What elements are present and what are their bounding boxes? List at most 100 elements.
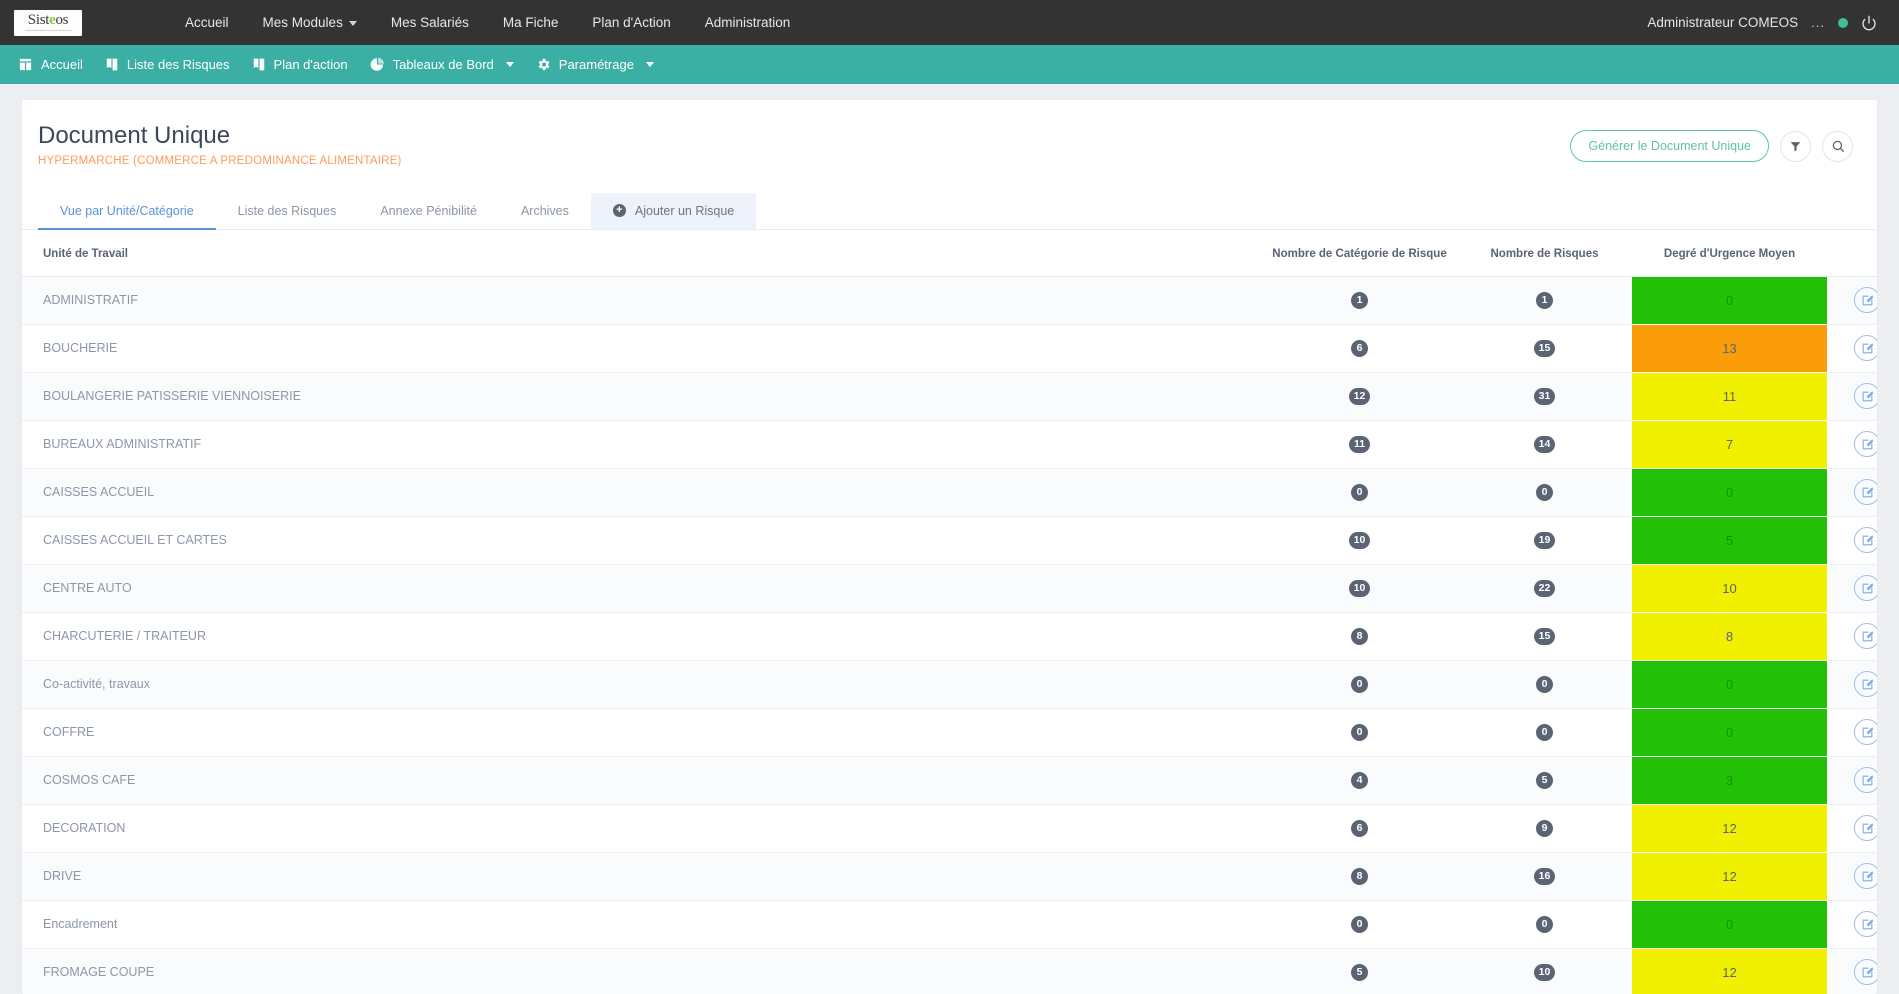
cell-nombre-categorie: 6 <box>1262 804 1457 853</box>
power-icon[interactable] <box>1861 15 1877 31</box>
tab-archives[interactable]: Archives <box>499 193 591 229</box>
cell-nombre-risques: 10 <box>1457 948 1632 994</box>
column-header-nombre-risques[interactable]: Nombre de Risques <box>1457 229 1632 277</box>
table-row[interactable]: DRIVE 8 16 12 <box>22 852 1877 901</box>
table-row[interactable]: BOUCHERIE 6 15 13 <box>22 324 1877 373</box>
generate-document-button[interactable]: Générer le Document Unique <box>1570 130 1769 162</box>
table-row[interactable]: DECORATION 6 9 12 <box>22 804 1877 853</box>
edit-icon[interactable] <box>1854 287 1877 314</box>
subnav-item-tableaux-de-bord[interactable]: Tableaux de Bord <box>364 45 530 84</box>
topnav-item-mes-modules[interactable]: Mes Modules <box>246 0 374 45</box>
subnav-item-parametrage[interactable]: Paramétrage <box>530 45 670 84</box>
urgency-value: 5 <box>1632 516 1827 564</box>
table-row[interactable]: FROMAGE COUPE 5 10 12 <box>22 948 1877 994</box>
edit-icon[interactable] <box>1854 335 1877 362</box>
risk-count-badge: 16 <box>1533 867 1556 885</box>
edit-icon[interactable] <box>1854 575 1877 602</box>
column-header-unite-de-travail[interactable]: Unité de Travail <box>22 229 1262 277</box>
edit-icon[interactable] <box>1854 671 1877 698</box>
header-actions: Générer le Document Unique <box>1570 122 1853 162</box>
edit-icon[interactable] <box>1854 959 1877 986</box>
urgency-value: 12 <box>1632 852 1827 900</box>
cell-nombre-categorie: 0 <box>1262 468 1457 517</box>
cell-degre-urgence: 12 <box>1632 852 1827 901</box>
category-count-badge: 12 <box>1348 387 1371 405</box>
topnav-item-accueil[interactable]: Accueil <box>168 0 246 45</box>
subnav-label: Accueil <box>41 57 83 72</box>
cell-degre-urgence: 0 <box>1632 660 1827 709</box>
subnav-label: Plan d'action <box>273 57 348 72</box>
topnav-label: Accueil <box>185 15 229 30</box>
tab-annexe-penibilite[interactable]: Annexe Pénibilité <box>358 193 499 229</box>
cell-nombre-categorie: 4 <box>1262 756 1457 805</box>
table-row[interactable]: COFFRE 0 0 0 <box>22 708 1877 757</box>
cell-actions <box>1827 324 1877 373</box>
urgency-value: 0 <box>1632 468 1827 516</box>
edit-icon[interactable] <box>1854 863 1877 890</box>
tab-ajouter-un-risque[interactable]: + Ajouter un Risque <box>590 192 757 229</box>
cell-unite-de-travail: FROMAGE COUPE <box>22 948 1262 994</box>
cell-unite-de-travail: BOULANGERIE PATISSERIE VIENNOISERIE <box>22 372 1262 421</box>
topnav-item-plan-daction[interactable]: Plan d'Action <box>575 0 687 45</box>
cell-degre-urgence: 0 <box>1632 708 1827 757</box>
risk-count-badge: 0 <box>1536 915 1553 933</box>
edit-icon[interactable] <box>1854 383 1877 410</box>
cell-nombre-categorie: 10 <box>1262 564 1457 613</box>
column-header-degre-urgence[interactable]: Degré d'Urgence Moyen <box>1632 229 1827 277</box>
user-area: Administrateur COMEOS ... <box>1647 15 1881 31</box>
subnav-label: Tableaux de Bord <box>392 57 494 72</box>
tab-label: Archives <box>520 203 569 218</box>
edit-icon[interactable] <box>1854 767 1877 794</box>
table-row[interactable]: CAISSES ACCUEIL ET CARTES 10 19 5 <box>22 516 1877 565</box>
table-row[interactable]: ADMINISTRATIF 1 1 0 <box>22 276 1877 325</box>
cell-unite-de-travail: CAISSES ACCUEIL ET CARTES <box>22 516 1262 565</box>
table-row[interactable]: CENTRE AUTO 10 22 10 <box>22 564 1877 613</box>
edit-icon[interactable] <box>1854 719 1877 746</box>
table-row[interactable]: BOULANGERIE PATISSERIE VIENNOISERIE 12 31 1… <box>22 372 1877 421</box>
table-row[interactable]: COSMOS CAFE 4 5 3 <box>22 756 1877 805</box>
table-row[interactable]: Encadrement 0 0 0 <box>22 900 1877 949</box>
urgency-value: 8 <box>1632 612 1827 660</box>
cell-nombre-categorie: 8 <box>1262 852 1457 901</box>
tab-vue-par-unite-categorie[interactable]: Vue par Unité/Catégorie <box>38 193 216 230</box>
edit-icon[interactable] <box>1854 815 1877 842</box>
subnav-item-liste-des-risques[interactable]: Liste des Risques <box>99 45 246 84</box>
subnav-item-accueil[interactable]: Accueil <box>18 45 99 84</box>
top-navigation-bar: Sisteos solutions informatiques santé et… <box>0 0 1899 45</box>
topnav-item-administration[interactable]: Administration <box>688 0 808 45</box>
topnav-item-ma-fiche[interactable]: Ma Fiche <box>486 0 576 45</box>
risk-count-badge: 22 <box>1533 579 1556 597</box>
urgency-value: 0 <box>1632 708 1827 756</box>
document-unique-panel: Document Unique HYPERMARCHE (COMMERCE A … <box>22 100 1877 994</box>
table-row[interactable]: CAISSES ACCUEIL 0 0 0 <box>22 468 1877 517</box>
edit-icon[interactable] <box>1854 431 1877 458</box>
cell-degre-urgence: 13 <box>1632 324 1827 373</box>
table-row[interactable]: CHARCUTERIE / TRAITEUR 8 15 8 <box>22 612 1877 661</box>
logo-text-part1: Sist <box>27 11 50 28</box>
topnav-label: Ma Fiche <box>502 15 559 30</box>
urgency-value: 12 <box>1632 804 1827 852</box>
edit-icon[interactable] <box>1854 527 1877 554</box>
user-menu-ellipsis[interactable]: ... <box>1811 15 1825 30</box>
table-body: ADMINISTRATIF 1 1 0 BOUCHERIE 6 15 13 BOULANGERI… <box>22 276 1877 994</box>
main-menu: Accueil Mes Modules Mes Salariés Ma Fich… <box>168 0 807 45</box>
cell-nombre-risques: 5 <box>1457 756 1632 805</box>
edit-icon[interactable] <box>1854 623 1877 650</box>
table-row[interactable]: Co-activité, travaux 0 0 0 <box>22 660 1877 709</box>
cell-nombre-risques: 14 <box>1457 420 1632 469</box>
table-row[interactable]: BUREAUX ADMINISTRATIF 11 14 7 <box>22 420 1877 469</box>
topnav-item-mes-salaries[interactable]: Mes Salariés <box>374 0 486 45</box>
filter-icon[interactable] <box>1780 130 1811 162</box>
subnav-item-plan-daction[interactable]: Plan d'action <box>246 45 364 84</box>
tab-liste-des-risques[interactable]: Liste des Risques <box>216 193 359 229</box>
urgency-value: 0 <box>1632 900 1827 948</box>
search-icon[interactable] <box>1822 130 1853 162</box>
risk-count-badge: 15 <box>1533 339 1556 357</box>
column-header-nombre-categorie[interactable]: Nombre de Catégorie de Risque <box>1262 229 1457 277</box>
sisteos-logo[interactable]: Sisteos solutions informatiques santé et… <box>14 9 82 36</box>
cell-degre-urgence: 12 <box>1632 948 1827 994</box>
edit-icon[interactable] <box>1854 911 1877 938</box>
edit-icon[interactable] <box>1854 479 1877 506</box>
cell-degre-urgence: 3 <box>1632 756 1827 805</box>
cell-actions <box>1827 276 1877 325</box>
